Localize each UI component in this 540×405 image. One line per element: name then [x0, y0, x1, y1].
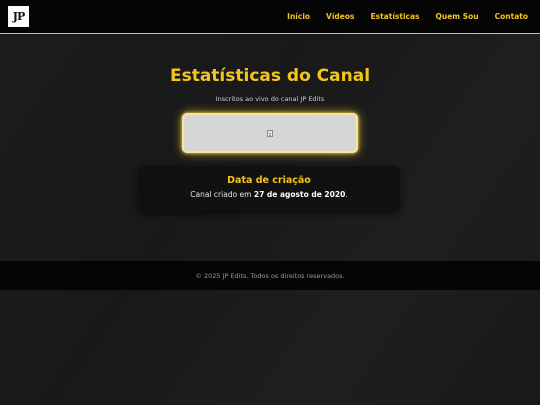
logo-text: JP [12, 10, 26, 23]
broken-image-icon [267, 129, 273, 137]
card-text: Canal criado em 27 de agosto de 2020. [138, 190, 400, 199]
card-text-suffix: . [345, 190, 348, 199]
nav-link-inicio[interactable]: Início [287, 12, 310, 21]
nav-link-quem-sou[interactable]: Quem Sou [435, 12, 478, 21]
subscriber-counter-embed[interactable] [182, 113, 358, 153]
site-logo[interactable]: JP [8, 6, 29, 27]
top-navbar: JP Início Vídeos Estatísticas Quem Sou C… [0, 0, 540, 34]
page-title: Estatísticas do Canal [169, 66, 371, 86]
page-footer: © 2025 JP Edits. Todos os direitos reser… [0, 261, 540, 290]
card-text-prefix: Canal criado em [190, 190, 254, 199]
footer-copyright: © 2025 JP Edits. Todos os direitos reser… [195, 271, 345, 280]
nav-link-videos[interactable]: Vídeos [326, 12, 354, 21]
creation-date-card: Data de criação Canal criado em 27 de ag… [138, 166, 400, 212]
nav-link-contato[interactable]: Contato [495, 12, 528, 21]
card-title: Data de criação [227, 175, 311, 186]
creation-date: 27 de agosto de 2020 [253, 190, 346, 199]
nav-link-estatisticas[interactable]: Estatísticas [371, 12, 420, 21]
page-subtitle: Inscritos ao vivo do canal JP Edits [215, 95, 325, 103]
nav-links: Início Vídeos Estatísticas Quem Sou Cont… [287, 12, 528, 21]
